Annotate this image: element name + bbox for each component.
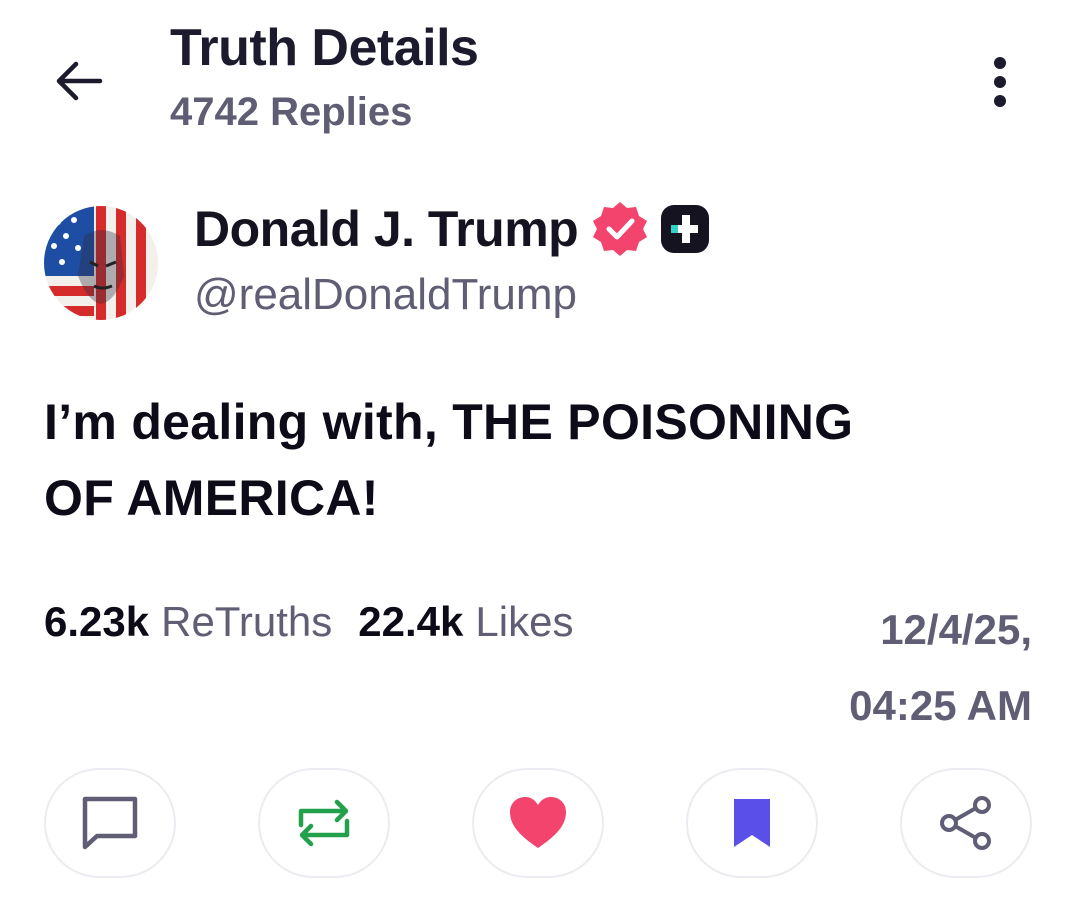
top-bar: Truth Details 4742 Replies	[0, 0, 1080, 160]
share-icon	[940, 796, 991, 850]
retruths-count[interactable]: 6.23k	[44, 598, 149, 646]
post-text-line: I’m dealing with, THE POISONING	[44, 394, 854, 450]
author-handle[interactable]: @realDonaldTrump	[194, 270, 577, 320]
post-date: 12/4/25,	[880, 606, 1032, 653]
avatar[interactable]	[44, 206, 158, 320]
flag-portrait-avatar-icon	[44, 206, 158, 320]
likes-count[interactable]: 22.4k	[358, 598, 463, 646]
post-text-line: OF AMERICA!	[44, 470, 379, 526]
retruth-button[interactable]	[258, 768, 390, 878]
more-options-button[interactable]	[966, 48, 1034, 116]
back-button[interactable]	[44, 46, 114, 116]
heart-icon	[510, 797, 566, 848]
author-block: Donald J. Trump @realDonaldTrump	[0, 190, 1080, 330]
bookmark-icon	[734, 799, 770, 847]
retruth-icon	[298, 799, 350, 847]
truth-plus-badge-icon	[658, 202, 712, 256]
author-name-row: Donald J. Trump	[194, 194, 712, 264]
reply-button[interactable]	[44, 768, 176, 878]
bookmark-button[interactable]	[686, 768, 818, 878]
arrow-left-icon	[56, 61, 103, 101]
page-title: Truth Details	[170, 19, 479, 77]
post-body: I’m dealing with, THE POISONING OF AMERI…	[44, 384, 1044, 536]
verified-badge-icon	[590, 199, 650, 259]
replies-count: 4742 Replies	[170, 90, 413, 134]
author-name[interactable]: Donald J. Trump	[194, 200, 579, 258]
post-timestamp: 12/4/25, 04:25 AM	[849, 592, 1032, 744]
share-button[interactable]	[900, 768, 1032, 878]
vertical-dots-icon	[994, 57, 1006, 107]
post-stats: 6.23k ReTruths 22.4k Likes	[44, 592, 573, 652]
comment-icon	[82, 796, 138, 850]
retruths-label[interactable]: ReTruths	[161, 598, 332, 646]
likes-label[interactable]: Likes	[475, 598, 573, 646]
like-button[interactable]	[472, 768, 604, 878]
post-time: 04:25 AM	[849, 682, 1032, 729]
action-bar	[44, 768, 1034, 880]
